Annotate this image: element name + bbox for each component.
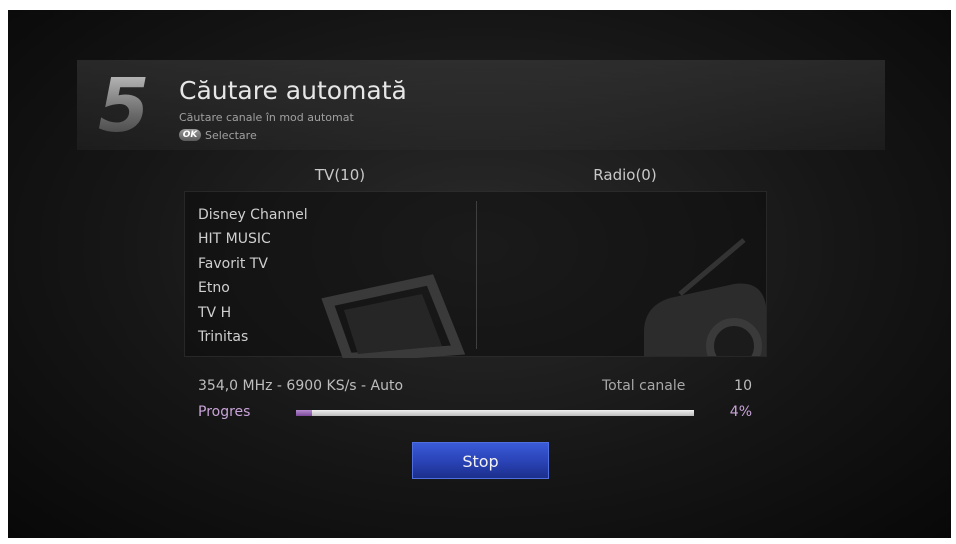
tv-watermark-icon xyxy=(321,274,466,358)
radio-watermark-icon xyxy=(644,238,766,356)
progress-fill xyxy=(296,410,312,416)
tv-channel-list: Disney Channel HIT MUSIC Favorit TV Etno… xyxy=(198,203,308,349)
list-item: Disney Channel xyxy=(198,207,308,223)
list-item: Trinitas xyxy=(198,328,249,345)
tv-column-title: TV(10) xyxy=(314,166,366,184)
ok-hint-label: Selectare xyxy=(205,128,257,142)
page-subtitle: Căutare canale în mod automat xyxy=(179,111,354,124)
page-title: Căutare automată xyxy=(179,76,407,105)
progress-percent: 4% xyxy=(729,404,752,420)
ok-button-icon: OK xyxy=(179,129,201,141)
column-divider xyxy=(476,201,477,349)
list-item: Etno xyxy=(198,280,230,297)
progress-label: Progres xyxy=(198,404,251,420)
list-item: TV H xyxy=(198,304,232,321)
stop-button[interactable]: Stop xyxy=(412,442,549,479)
ok-hint: OK Selectare xyxy=(179,128,257,142)
progress-bar xyxy=(296,410,694,416)
step-number: 5 xyxy=(98,66,158,146)
frequency-info: 354,0 MHz - 6900 KS/s - Auto xyxy=(198,378,404,394)
list-item: Favorit TV xyxy=(198,255,268,272)
total-channels-value: 10 xyxy=(734,378,752,394)
list-item: HIT MUSIC xyxy=(198,231,271,248)
radio-column-title: Radio(0) xyxy=(593,166,657,184)
total-channels-label: Total canale xyxy=(602,378,686,394)
